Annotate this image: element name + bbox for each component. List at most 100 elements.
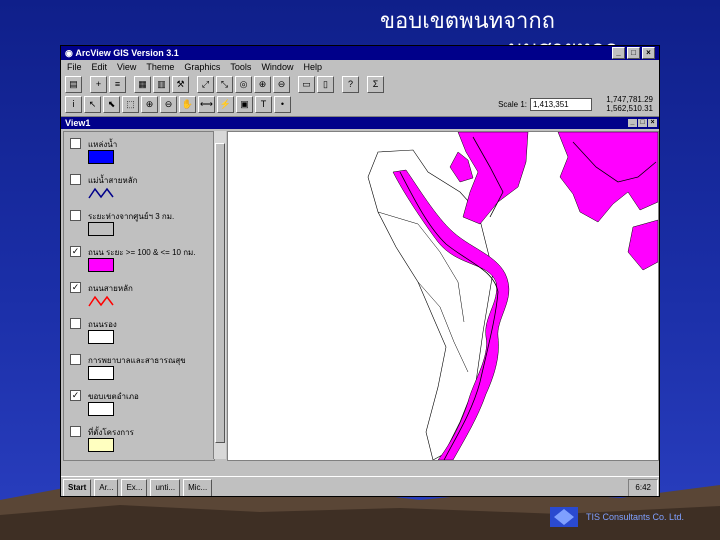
label-icon[interactable]: ▣ — [236, 95, 253, 113]
save-icon[interactable]: ▤ — [65, 75, 82, 93]
layer-symbol — [88, 438, 114, 452]
layer-visibility-checkbox[interactable] — [70, 138, 81, 149]
layer-symbol — [88, 294, 114, 307]
layer-visibility-checkbox[interactable]: ✓ — [70, 246, 81, 257]
legend-layer[interactable]: ที่ตั้งโครงการ — [68, 424, 208, 462]
view-titlebar: View1 _ □ × — [61, 117, 659, 129]
view-title: View1 — [65, 118, 91, 128]
menu-tools[interactable]: Tools — [230, 62, 251, 72]
menu-graphics[interactable]: Graphics — [184, 62, 220, 72]
district-boundary-2 — [377, 211, 465, 323]
scale-label: Scale 1: — [498, 99, 527, 109]
task-untitled[interactable]: unti... — [150, 479, 181, 496]
legend-layer[interactable]: การพยาบาลและสาธารณสุข — [68, 352, 208, 390]
layer-symbol — [88, 150, 114, 164]
layer-symbol — [88, 330, 114, 344]
window-titlebar: ◉ ArcView GIS Version 3.1 _ □ × — [61, 46, 659, 60]
task-excel[interactable]: Ex... — [121, 479, 148, 496]
layer-visibility-checkbox[interactable] — [70, 210, 81, 221]
view-close-icon[interactable]: × — [648, 119, 657, 127]
zoom-out-icon[interactable]: ⊖ — [273, 75, 290, 93]
layer-visibility-checkbox[interactable] — [70, 354, 81, 365]
layer-symbol — [88, 366, 114, 380]
legend-layer[interactable]: ระยะห่างจากศูนย์ฯ 3 กม. — [68, 208, 208, 246]
identify-icon[interactable]: ⅰ — [65, 95, 82, 113]
zoom-active-icon[interactable]: ⤡ — [216, 75, 233, 93]
company-logo-icon — [550, 507, 578, 527]
view-window: View1 _ □ × แหล่งน้ำ แม่น้ำสายหลัก ระยะห่า… — [61, 116, 659, 463]
scale-box: Scale 1: 1,747,781.29 1,562,510.31 — [498, 95, 659, 113]
pointer-icon[interactable]: ↖ — [84, 95, 101, 113]
clear-selection-icon[interactable]: ▯ — [317, 75, 334, 93]
draw-tool-icon[interactable]: • — [274, 95, 291, 113]
layer-visibility-checkbox[interactable] — [70, 426, 81, 437]
layer-symbol — [88, 402, 114, 416]
zoom-selected-icon[interactable]: ◎ — [235, 75, 252, 93]
layer-symbol — [88, 186, 114, 199]
menu-file[interactable]: File — [67, 62, 82, 72]
minimize-icon[interactable]: _ — [612, 47, 625, 59]
pan-icon[interactable]: ✋ — [179, 95, 196, 113]
arcview-window: ◉ ArcView GIS Version 3.1 _ □ × File Edi… — [60, 45, 660, 497]
help-icon[interactable]: ? — [342, 75, 359, 93]
measure-icon[interactable]: ⟷ — [198, 95, 215, 113]
add-theme-icon[interactable]: + — [90, 75, 107, 93]
select-features-icon[interactable]: ▭ — [298, 75, 315, 93]
coord-y: 1,562,510.31 — [606, 104, 653, 113]
scale-input[interactable] — [530, 97, 592, 111]
view-maximize-icon[interactable]: □ — [638, 119, 647, 127]
layer-symbol — [88, 258, 114, 272]
menu-window[interactable]: Window — [261, 62, 293, 72]
vertex-edit-icon[interactable]: ⬉ — [103, 95, 120, 113]
windows-taskbar: Start Ar... Ex... unti... Mic... 6:42 — [61, 476, 659, 496]
company-name: TIS Consultants Co. Ltd. — [586, 512, 685, 522]
road-buffer-northeast — [557, 132, 658, 223]
layer-visibility-checkbox[interactable]: ✓ — [70, 282, 81, 293]
legend-layer[interactable]: ✓ ขอบเขตอำเภอ — [68, 388, 208, 426]
system-clock: 6:42 — [628, 479, 658, 496]
maximize-icon[interactable]: □ — [627, 47, 640, 59]
summarize-icon[interactable]: Σ — [367, 75, 384, 93]
layer-visibility-checkbox[interactable] — [70, 318, 81, 329]
zoom-in-tool-icon[interactable]: ⊕ — [141, 95, 158, 113]
toc-scroll-thumb[interactable] — [215, 143, 225, 443]
coord-x: 1,747,781.29 — [606, 95, 653, 104]
zoom-full-icon[interactable]: ⤢ — [197, 75, 214, 93]
table-icon[interactable]: ▥ — [153, 75, 170, 93]
button-bar: ▤ + ≡ ▦ ▥ ⚒ ⤢ ⤡ ◎ ⊕ ⊖ ▭ ▯ ? Σ — [61, 74, 659, 94]
district-boundary-3 — [417, 281, 469, 373]
legend-layer[interactable]: ✓ ถนน ระยะ >= 100 & <= 10 กม. — [68, 244, 208, 282]
menu-theme[interactable]: Theme — [146, 62, 174, 72]
footer: TIS Consultants Co. Ltd. — [548, 505, 684, 529]
legend-layer[interactable]: ถนนรอง — [68, 316, 208, 354]
zoom-out-tool-icon[interactable]: ⊖ — [160, 95, 177, 113]
menu-help[interactable]: Help — [303, 62, 322, 72]
theme-properties-icon[interactable]: ≡ — [109, 75, 126, 93]
menu-view[interactable]: View — [117, 62, 136, 72]
layer-visibility-checkbox[interactable] — [70, 174, 81, 185]
toc-scrollbar[interactable] — [213, 131, 226, 459]
window-title: ArcView GIS Version 3.1 — [75, 48, 179, 58]
text-tool-icon[interactable]: T — [255, 95, 272, 113]
close-icon[interactable]: × — [642, 47, 655, 59]
hotlink-icon[interactable]: ⚡ — [217, 95, 234, 113]
legend-layer[interactable]: แหล่งน้ำ — [68, 136, 208, 174]
task-microsoft[interactable]: Mic... — [183, 479, 213, 496]
layer-symbol — [88, 222, 114, 236]
build-query-icon[interactable]: ⚒ — [172, 75, 189, 93]
map-drawing — [367, 132, 658, 460]
zoom-in-icon[interactable]: ⊕ — [254, 75, 271, 93]
task-arcview[interactable]: Ar... — [94, 479, 119, 496]
view-minimize-icon[interactable]: _ — [628, 119, 637, 127]
select-icon[interactable]: ⬚ — [122, 95, 139, 113]
legend-layer[interactable]: แม่น้ำสายหลัก — [68, 172, 208, 210]
legend-layer[interactable]: ✓ ถนนสายหลัก — [68, 280, 208, 318]
layer-visibility-checkbox[interactable]: ✓ — [70, 390, 81, 401]
menu-edit[interactable]: Edit — [92, 62, 108, 72]
slide-title-line1: ขอบเขตพนทจากถ — [380, 9, 555, 34]
map-canvas[interactable] — [227, 131, 659, 461]
start-button[interactable]: Start — [63, 479, 92, 496]
edit-legend-icon[interactable]: ▦ — [134, 75, 151, 93]
table-of-contents: แหล่งน้ำ แม่น้ำสายหลัก ระยะห่างจากศูนย์ฯ 3… — [63, 131, 215, 461]
coordinate-readout: 1,747,781.29 1,562,510.31 — [595, 95, 653, 113]
